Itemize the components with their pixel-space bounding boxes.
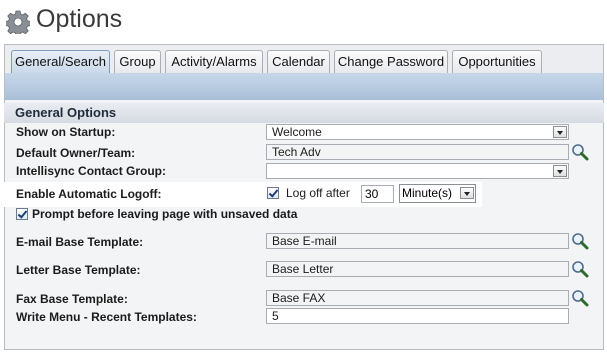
prompt-unsaved-checkbox[interactable] xyxy=(16,208,28,220)
tab-underline-bar xyxy=(4,73,604,100)
recent-templates-value: 5 xyxy=(272,309,279,323)
search-icon[interactable] xyxy=(571,289,589,307)
email-template-value: Base E-mail xyxy=(272,234,337,248)
recent-templates-label: Write Menu - Recent Templates: xyxy=(16,310,197,324)
title-bar: Options xyxy=(0,0,607,44)
intellisync-group-select[interactable] xyxy=(266,163,569,179)
letter-template-value: Base Letter xyxy=(272,262,334,276)
tab-calendar[interactable]: Calendar xyxy=(267,50,330,74)
fax-template-label: Fax Base Template: xyxy=(16,292,128,306)
letter-template-field[interactable]: Base Letter xyxy=(266,261,569,277)
tab-change-password[interactable]: Change Password xyxy=(334,50,448,74)
default-owner-value: Tech Adv xyxy=(272,145,321,159)
search-icon[interactable] xyxy=(571,260,589,278)
show-on-startup-label: Show on Startup: xyxy=(16,125,116,139)
page-title: Options xyxy=(36,5,123,33)
chevron-down-icon[interactable] xyxy=(553,165,567,177)
search-icon[interactable] xyxy=(571,232,589,250)
tab-group[interactable]: Group xyxy=(114,50,161,74)
auto-logoff-label: Enable Automatic Logoff: xyxy=(16,187,162,201)
show-on-startup-value: Welcome xyxy=(272,125,322,139)
chevron-down-icon[interactable] xyxy=(553,126,567,138)
logoff-unit-value: Minute(s) xyxy=(402,186,453,200)
show-on-startup-select[interactable]: Welcome xyxy=(266,124,569,140)
logoff-minutes-input[interactable]: 30 xyxy=(361,185,394,203)
fax-template-field[interactable]: Base FAX xyxy=(266,290,569,306)
prompt-unsaved-label: Prompt before leaving page with unsaved … xyxy=(32,207,298,221)
tab-activity-alarms[interactable]: Activity/Alarms xyxy=(165,50,263,74)
default-owner-label: Default Owner/Team: xyxy=(16,146,136,160)
default-owner-field[interactable]: Tech Adv xyxy=(266,144,569,160)
gear-icon xyxy=(6,10,30,34)
fax-template-value: Base FAX xyxy=(272,291,326,305)
letter-template-label: Letter Base Template: xyxy=(16,263,141,277)
search-icon[interactable] xyxy=(571,143,589,161)
logoff-unit-select[interactable]: Minute(s) xyxy=(399,184,476,203)
tab-general-search[interactable]: General/Search xyxy=(11,50,110,74)
email-template-field[interactable]: Base E-mail xyxy=(266,233,569,249)
auto-logoff-checkbox[interactable] xyxy=(267,187,279,199)
section-title: General Options xyxy=(15,105,117,120)
tab-bar: General/Search Group Activity/Alarms Cal… xyxy=(4,44,604,74)
email-template-label: E-mail Base Template: xyxy=(16,235,144,249)
recent-templates-input[interactable]: 5 xyxy=(266,308,569,324)
auto-logoff-text: Log off after xyxy=(286,186,350,200)
intellisync-group-label: Intellisync Contact Group: xyxy=(16,164,167,178)
tab-opportunities[interactable]: Opportunities xyxy=(452,50,542,74)
chevron-down-icon[interactable] xyxy=(460,187,474,199)
